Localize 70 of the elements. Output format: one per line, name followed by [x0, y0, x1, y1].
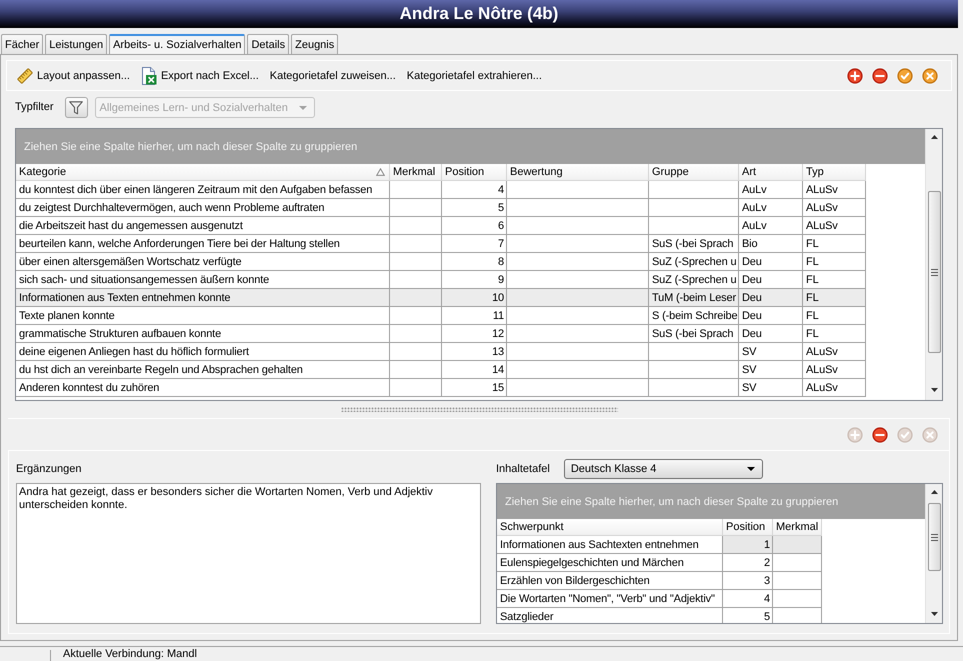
plus-circle-icon[interactable] — [847, 68, 863, 84]
column-header[interactable]: Bewertung — [507, 164, 649, 181]
scrollbar-thumb[interactable] — [928, 503, 940, 571]
tab[interactable]: Arbeits- u. Sozialverhalten — [109, 34, 246, 54]
tab[interactable]: Details — [247, 34, 290, 54]
caret-icon — [746, 467, 755, 471]
filter-label: Typfilter — [15, 100, 54, 115]
up-arrow-icon[interactable] — [930, 490, 938, 494]
toolbar-button[interactable]: Kategorietafel extrahieren... — [406, 70, 542, 82]
splitter-handle[interactable] — [340, 407, 618, 412]
column-header[interactable]: Art — [739, 164, 803, 181]
table-row[interactable]: Die Wortarten "Nomen", "Verb" und "Adjektiv" 4 — [497, 590, 822, 608]
table-row[interactable]: du hst dich an vereinbarte Regeln und Absprachen gehalten 14 SV ALuSv — [16, 361, 866, 379]
x-circle-icon[interactable] — [922, 68, 938, 84]
content-table-dropdown[interactable]: Deutsch Klasse 4 — [564, 459, 763, 479]
column-header[interactable]: Merkmal — [773, 519, 822, 536]
table-cell: ALuSv — [803, 379, 866, 397]
table-row[interactable]: Anderen konntest du zuhören 15 SV ALuSv — [16, 379, 866, 397]
funnel-icon — [69, 100, 84, 114]
scrollbar-thumb[interactable] — [928, 191, 940, 353]
tab[interactable]: Fächer — [1, 34, 44, 54]
down-arrow-icon[interactable] — [930, 612, 938, 616]
caret-icon — [298, 106, 307, 110]
group-hint: Ziehen Sie eine Spalte hierher, um nach dieser Spalte zu gruppieren — [24, 140, 358, 152]
table-row[interactable]: Texte planen konnte 11 S (-beim Schreibe Deu FL — [16, 307, 866, 325]
toolbar-button[interactable]: Kategorietafel zuweisen... — [270, 70, 396, 82]
table-cell: Satzglieder — [497, 608, 723, 623]
minus-circle-icon[interactable] — [872, 426, 888, 442]
table-row[interactable]: grammatische Strukturen aufbauen konnte 12 SuS (-bei Sprach Deu FL — [16, 325, 866, 343]
scrollbar[interactable] — [925, 129, 942, 400]
table-row[interactable]: über einen altersgemäßen Wortschatz verfügte 8 SuZ (-Sprechen u Deu FL — [16, 253, 866, 271]
content-table-label: Inhaltetafel — [496, 463, 550, 475]
table-cell: Anderen konntest du zuhören — [16, 379, 390, 397]
filter-button[interactable] — [64, 97, 88, 118]
notes-label: Ergänzungen — [16, 463, 82, 475]
column-header[interactable]: Typ — [803, 164, 866, 181]
table-row[interactable]: du konntest dich über einen längeren Zeitraum mit den Aufgaben befassen 4 AuLv ALuSv — [16, 181, 866, 199]
window-title: Andra Le Nôtre (4b) — [400, 4, 558, 24]
table-row[interactable]: deine eigenen Anliegen hast du höflich formuliert 13 SV ALuSv — [16, 343, 866, 361]
check-circle-icon[interactable] — [897, 68, 913, 84]
table-cell: 15 — [442, 379, 507, 397]
up-arrow-icon[interactable] — [930, 135, 938, 139]
table-row[interactable]: Informationen aus Texten entnehmen konnte 10 TuM (-beim Leser Deu FL — [16, 289, 866, 307]
table-row[interactable]: Eulenspiegelgeschichten und Märchen 2 — [497, 554, 822, 572]
table-cell: 1 — [723, 536, 773, 554]
table-row[interactable]: du zeigtest Durchhaltevermögen, auch wenn Probleme auftraten 5 AuLv ALuSv — [16, 199, 866, 217]
table-cell: 5 — [723, 608, 773, 623]
table-row[interactable]: beurteilen kann, welche Anforderungen Tiere bei der Haltung stellen 7 SuS (-bei Sprach Bio FL — [16, 235, 866, 253]
tab[interactable]: Zeugnis — [291, 34, 338, 54]
column-header[interactable]: Position — [723, 519, 773, 536]
table-row[interactable]: Erzählen von Bildergeschichten 3 — [497, 572, 822, 590]
table-row[interactable]: die Arbeitszeit hast du angemessen ausgenutzt 6 AuLv ALuSv — [16, 217, 866, 235]
column-header[interactable]: Position — [442, 164, 507, 181]
down-arrow-icon[interactable] — [930, 388, 938, 392]
table-cell: SV — [739, 379, 803, 397]
table-row[interactable]: Informationen aus Sachtexten entnehmen 1 — [497, 536, 822, 554]
column-header[interactable]: Gruppe — [649, 164, 739, 181]
column-header[interactable]: Kategorie — [16, 164, 390, 181]
column-header[interactable]: Merkmal — [390, 164, 442, 181]
status-text: Aktuelle Verbindung: Mandl — [63, 647, 197, 661]
tab[interactable]: Leistungen — [45, 34, 108, 54]
minus-circle-icon[interactable] — [872, 68, 888, 84]
group-hint: Ziehen Sie eine Spalte hierher, um nach dieser Spalte zu gruppieren — [505, 496, 838, 508]
scrollbar[interactable] — [925, 484, 942, 623]
column-header[interactable]: Schwerpunkt — [497, 519, 723, 536]
toolbar-button[interactable]: Export nach Excel... — [140, 66, 259, 84]
notes-field[interactable]: Andra hat gezeigt, dass er besonders sicher die Wortarten Nomen, Verb und Adjektiv unterscheiden konnte. — [16, 483, 481, 624]
spreadsheet-icon — [140, 66, 157, 84]
table-row[interactable]: sich sach- und situationsangemessen äußern konnte 9 SuZ (-Sprechen u Deu FL — [16, 271, 866, 289]
toolbar-button[interactable]: Layout anpassen... — [17, 68, 130, 84]
